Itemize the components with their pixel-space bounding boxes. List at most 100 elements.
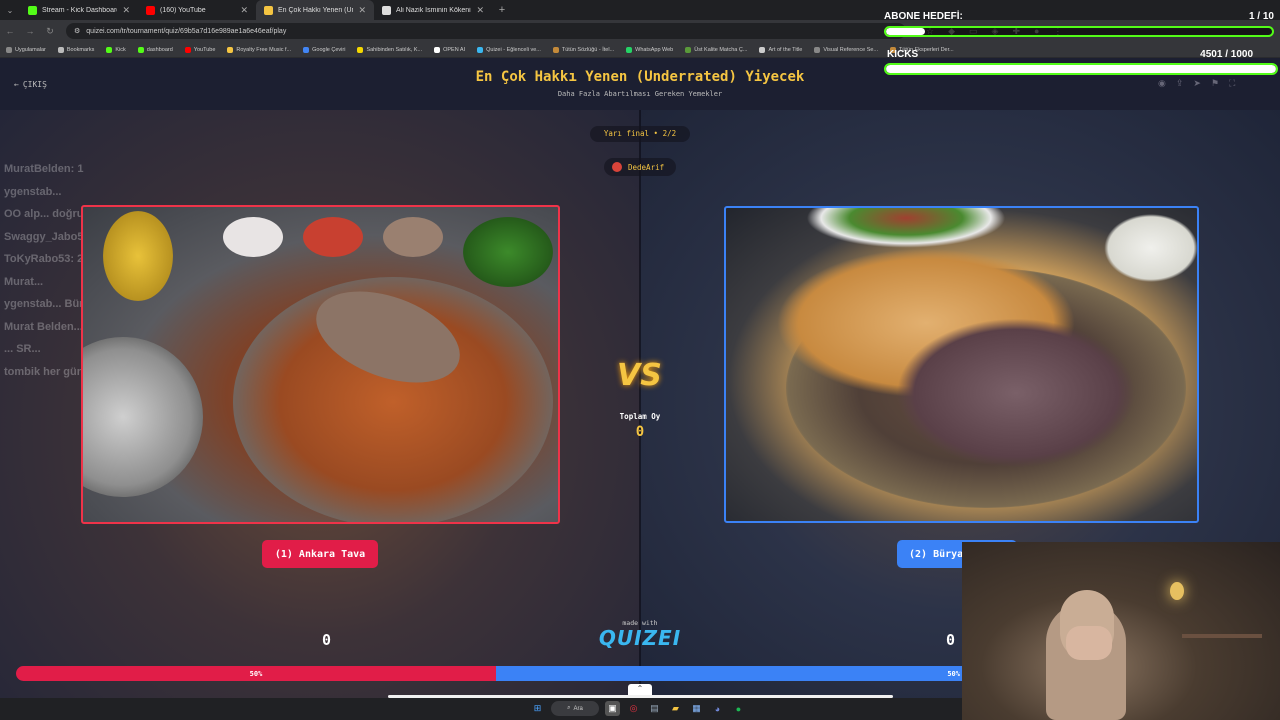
kicks-goal-title: KICKS [887, 49, 919, 60]
close-icon[interactable]: ✕ [476, 5, 484, 16]
bookmark-label: WhatsApp Web [635, 46, 674, 53]
close-icon[interactable]: ✕ [122, 5, 130, 16]
bookmark-label: Quizei - Eğlenceli ve... [486, 46, 541, 53]
streamer-hands [1066, 626, 1112, 660]
browser-tab[interactable]: (160) YouTube ✕ [138, 0, 256, 20]
left-vote-share: 50% [16, 666, 496, 681]
webcam-overlay [962, 542, 1280, 720]
page-subtitle: Daha Fazla Abartılması Gereken Yemekler [557, 90, 723, 98]
url-text: quizei.com/tr/tournament/quiz/69b5a7d16e… [86, 27, 287, 35]
bookmark-item[interactable]: Uygulamalar [6, 46, 46, 53]
forward-icon[interactable]: → [20, 26, 40, 36]
kick-favicon-icon [28, 5, 37, 15]
bookmark-item[interactable]: Tütün Sözlüğü - İtel... [552, 46, 615, 53]
center-divider [639, 110, 641, 690]
bookmark-favicon-icon [626, 46, 633, 53]
bookmark-label: Tütün Sözlüğü - İtel... [561, 46, 615, 53]
chat-message: ygenstab... [4, 185, 62, 198]
round-badge: Yarı final • 2/2 [590, 126, 690, 142]
bookmark-item[interactable]: Google Çeviri [303, 46, 346, 53]
right-vote-count: 0 [946, 631, 956, 649]
os-taskbar: ⊞ ⌕ Ara ▣ ◎ ▤ ▰ ▦ ◕ ● [0, 698, 962, 720]
bookmark-item[interactable]: Sahibinden Satılık, K... [357, 46, 422, 53]
close-icon[interactable]: ✕ [358, 5, 366, 16]
back-icon[interactable]: ← [0, 26, 20, 36]
bookmark-favicon-icon [137, 46, 144, 53]
app-icon[interactable]: ▦ [689, 701, 704, 716]
bookmark-label: Google Çeviri [312, 46, 346, 53]
bookmark-label: Bookmarks [66, 46, 95, 53]
kicks-goal-bar [884, 63, 1278, 75]
folder-icon[interactable]: ▰ [668, 701, 683, 716]
spice-bowl-shape [303, 217, 363, 257]
spice-bowl-shape [223, 217, 283, 257]
parsley-shape [463, 217, 553, 287]
bookmark-label: OPEN AI [443, 46, 466, 53]
bookmark-favicon-icon [6, 46, 12, 53]
left-percent: 50% [249, 669, 263, 678]
search-icon: ⌕ [567, 705, 571, 711]
option-left-image[interactable] [81, 205, 560, 524]
kicks-goal-fill [886, 65, 1276, 73]
spotify-icon[interactable]: ● [731, 701, 746, 716]
bookmark-favicon-icon [357, 46, 364, 53]
browser-tab-active[interactable]: En Çok Hakkı Yenen (Underrate ✕ [256, 0, 374, 20]
bookmark-favicon-icon [227, 46, 234, 53]
url-field[interactable]: ⚙ quizei.com/tr/tournament/quiz/69b5a7d1… [66, 23, 906, 39]
bookmark-favicon-icon [477, 46, 484, 53]
close-icon[interactable]: ✕ [240, 5, 248, 16]
site-info-icon[interactable]: ⚙ [74, 27, 80, 35]
bookmark-item[interactable]: dashboard [137, 46, 173, 53]
chrome-icon[interactable]: ◎ [626, 701, 641, 716]
choose-left-button[interactable]: (1) Ankara Tava [262, 540, 378, 568]
tab-title: En Çok Hakkı Yenen (Underrate [278, 6, 353, 14]
bookmark-item[interactable]: WhatsApp Web [626, 46, 674, 53]
taskbar-search[interactable]: ⌕ Ara [551, 701, 599, 716]
vote-progress-bar: 50% 50% [16, 666, 976, 681]
bookmark-item[interactable]: Üst Kalite Matcha Ç... [685, 46, 747, 53]
bookmark-item[interactable]: OPEN AI [434, 46, 466, 53]
subscriber-goal-count: 1 / 10 [1248, 11, 1274, 22]
bookmark-item[interactable]: YouTube [184, 46, 216, 53]
option-right-image[interactable] [724, 206, 1199, 523]
avatar [612, 162, 622, 172]
bookmark-item[interactable]: Kick [106, 46, 126, 53]
right-vote-share: 50% [496, 666, 976, 681]
bookmark-favicon-icon [57, 46, 64, 53]
tab-title: Ali Nazik İsminin Kökeni [396, 6, 471, 14]
bookmark-item[interactable]: Quizei - Eğlenceli ve... [477, 46, 541, 53]
search-label: Ara [573, 705, 583, 712]
bookmark-label: Royalty Free Music f... [236, 46, 292, 53]
discord-icon[interactable]: ◕ [710, 701, 725, 716]
bookmark-item[interactable]: Bookmarks [57, 46, 95, 53]
bookmark-label: Visual Reference Se... [823, 46, 878, 53]
salad-bowl-shape [806, 208, 1006, 248]
stream-goal-overlay: ABONE HEDEFİ: 1 / 10 KICKS 4501 / 1000 [884, 10, 1280, 80]
browser-tab[interactable]: Ali Nazik İsminin Kökeni ✕ [374, 0, 492, 20]
youtube-favicon-icon [146, 5, 155, 15]
bookmark-favicon-icon [303, 46, 310, 53]
app-icon[interactable]: ▤ [647, 701, 662, 716]
chat-message: MuratBelden: 1 [4, 163, 84, 175]
new-tab-icon[interactable]: + [492, 4, 512, 16]
yogurt-bowl-shape [1096, 208, 1197, 288]
start-icon[interactable]: ⊞ [530, 701, 545, 716]
bookmark-item[interactable]: Visual Reference Se... [814, 46, 878, 53]
user-badge: DedeArif [604, 158, 676, 176]
reload-icon[interactable]: ↻ [40, 26, 60, 37]
bookmark-favicon-icon [685, 46, 692, 53]
bookmark-item[interactable]: Royalty Free Music f... [227, 46, 292, 53]
vs-icon: VS [617, 358, 662, 393]
quizei-favicon-icon [264, 5, 273, 15]
bookmark-label: YouTube [193, 46, 216, 53]
page-favicon-icon [382, 5, 391, 15]
bookmark-favicon-icon [434, 46, 441, 53]
total-votes-value: 0 [635, 424, 645, 440]
left-vote-count: 0 [322, 631, 332, 649]
shelf-shape [1182, 634, 1262, 638]
files-icon[interactable]: ▣ [605, 701, 620, 716]
bookmark-item[interactable]: Art of the Title [759, 46, 802, 53]
subscriber-goal-bar [884, 26, 1274, 37]
tab-search-icon[interactable]: ⌄ [0, 6, 20, 15]
browser-tab[interactable]: Stream - Kick Dashboard ✕ [20, 0, 138, 20]
